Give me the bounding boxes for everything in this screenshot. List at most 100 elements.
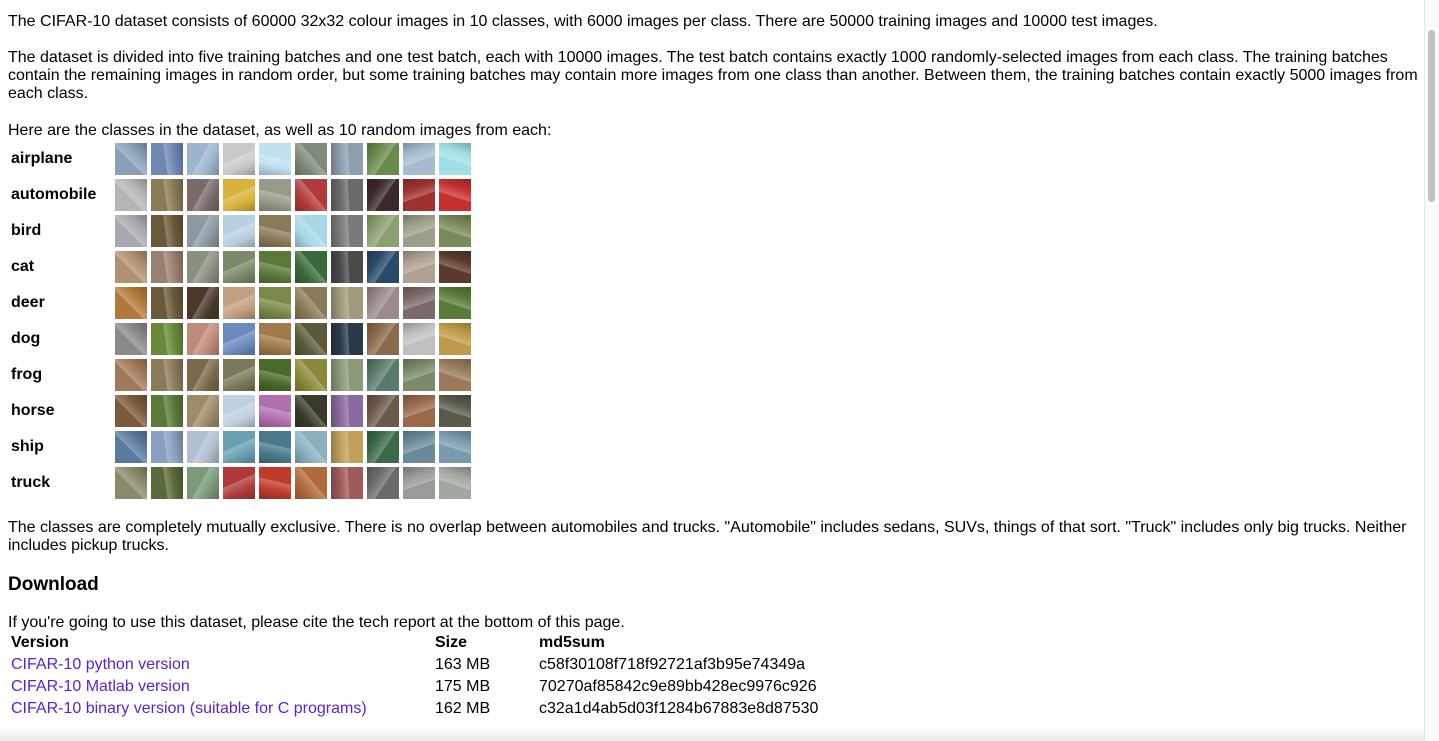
class-thumbnails	[115, 179, 471, 211]
sample-image-thumbnail	[151, 143, 183, 175]
link-cifar10-matlab[interactable]: CIFAR-10 Matlab version	[11, 678, 190, 696]
link-cifar10-python[interactable]: CIFAR-10 python version	[11, 656, 190, 674]
download-row-binary: CIFAR-10 binary version (suitable for C …	[11, 700, 911, 722]
sample-image-thumbnail	[115, 215, 147, 247]
class-label: airplane	[11, 150, 73, 167]
vertical-scrollbar[interactable]	[1424, 0, 1439, 741]
sample-image-thumbnail	[439, 359, 471, 391]
size-binary: 162 MB	[435, 700, 491, 717]
sample-image-thumbnail	[331, 323, 363, 355]
sample-image-thumbnail	[295, 143, 327, 175]
sample-image-thumbnail	[115, 431, 147, 463]
class-thumbnails	[115, 395, 471, 427]
sample-image-thumbnail	[223, 251, 255, 283]
sample-image-thumbnail	[259, 179, 291, 211]
class-label: frog	[11, 366, 43, 383]
class-label: cat	[11, 258, 35, 275]
class-label: ship	[11, 438, 44, 455]
sample-image-thumbnail	[367, 431, 399, 463]
sample-image-thumbnail	[115, 323, 147, 355]
sample-image-thumbnail	[331, 287, 363, 319]
md5-python: c58f30108f718f92721af3b95e74349a	[539, 656, 806, 673]
sample-image-thumbnail	[187, 287, 219, 319]
sample-image-thumbnail	[223, 179, 255, 211]
class-thumbnails	[115, 143, 471, 175]
sample-image-thumbnail	[403, 287, 435, 319]
sample-image-thumbnail	[259, 431, 291, 463]
sample-image-thumbnail	[259, 215, 291, 247]
sample-image-thumbnail	[151, 287, 183, 319]
size-python: 163 MB	[435, 656, 491, 673]
sample-image-thumbnail	[115, 287, 147, 319]
scrollbar-thumb[interactable]	[1428, 30, 1435, 202]
sample-image-thumbnail	[439, 287, 471, 319]
download-table: Version Size md5sum CIFAR-10 python vers…	[11, 634, 911, 722]
sample-image-thumbnail	[151, 431, 183, 463]
cite-note: If you're going to use this dataset, ple…	[8, 614, 625, 631]
browser-viewport: The CIFAR-10 dataset consists of 60000 3…	[0, 0, 1439, 741]
sample-image-thumbnail	[403, 323, 435, 355]
sample-image-thumbnail	[259, 467, 291, 499]
sample-image-thumbnail	[295, 395, 327, 427]
sample-image-thumbnail	[151, 251, 183, 283]
sample-image-thumbnail	[295, 215, 327, 247]
sample-image-thumbnail	[331, 179, 363, 211]
sample-image-thumbnail	[439, 323, 471, 355]
sample-image-thumbnail	[295, 359, 327, 391]
sample-image-thumbnail	[187, 359, 219, 391]
sample-image-thumbnail	[295, 179, 327, 211]
header-size: Size	[435, 634, 468, 651]
sample-image-thumbnail	[403, 179, 435, 211]
sample-image-thumbnail	[439, 143, 471, 175]
header-md5sum: md5sum	[539, 634, 605, 651]
sample-image-thumbnail	[331, 251, 363, 283]
sample-image-thumbnail	[331, 467, 363, 499]
intro-paragraph-3: Here are the classes in the dataset, as …	[8, 122, 552, 139]
class-thumbnails	[115, 359, 471, 391]
sample-image-thumbnail	[223, 431, 255, 463]
sample-image-thumbnail	[367, 215, 399, 247]
link-cifar10-binary[interactable]: CIFAR-10 binary version (suitable for C …	[11, 700, 367, 718]
sample-image-thumbnail	[223, 395, 255, 427]
sample-image-thumbnail	[223, 143, 255, 175]
class-thumbnails	[115, 467, 471, 499]
sample-image-thumbnail	[403, 395, 435, 427]
sample-image-thumbnail	[403, 431, 435, 463]
size-matlab: 175 MB	[435, 678, 491, 695]
sample-image-thumbnail	[151, 323, 183, 355]
class-label: automobile	[11, 186, 97, 203]
sample-image-thumbnail	[259, 323, 291, 355]
sample-image-thumbnail	[403, 143, 435, 175]
sample-image-thumbnail	[295, 251, 327, 283]
sample-image-thumbnail	[295, 467, 327, 499]
sample-image-thumbnail	[187, 215, 219, 247]
sample-image-thumbnail	[403, 359, 435, 391]
sample-image-thumbnail	[295, 287, 327, 319]
sample-image-thumbnail	[187, 431, 219, 463]
sample-image-thumbnail	[439, 467, 471, 499]
class-thumbnails	[115, 323, 471, 355]
sample-image-thumbnail	[439, 179, 471, 211]
sample-image-thumbnail	[331, 395, 363, 427]
sample-image-thumbnail	[259, 395, 291, 427]
sample-image-thumbnail	[115, 395, 147, 427]
sample-image-thumbnail	[115, 143, 147, 175]
sample-image-thumbnail	[367, 251, 399, 283]
md5-matlab: 70270af85842c9e89bb428ec9976c926	[539, 678, 817, 695]
sample-image-thumbnail	[367, 287, 399, 319]
sample-image-thumbnail	[223, 467, 255, 499]
sample-image-thumbnail	[187, 143, 219, 175]
sample-image-thumbnail	[403, 467, 435, 499]
sample-image-thumbnail	[295, 323, 327, 355]
sample-image-thumbnail	[223, 287, 255, 319]
sample-image-thumbnail	[115, 359, 147, 391]
sample-image-thumbnail	[187, 395, 219, 427]
sample-image-thumbnail	[367, 143, 399, 175]
sample-image-thumbnail	[187, 467, 219, 499]
class-label: deer	[11, 294, 45, 311]
sample-image-thumbnail	[403, 251, 435, 283]
sample-image-thumbnail	[259, 359, 291, 391]
intro-paragraph-2: The dataset is divided into five trainin…	[8, 49, 1418, 102]
sample-image-thumbnail	[187, 179, 219, 211]
class-label: horse	[11, 402, 55, 419]
